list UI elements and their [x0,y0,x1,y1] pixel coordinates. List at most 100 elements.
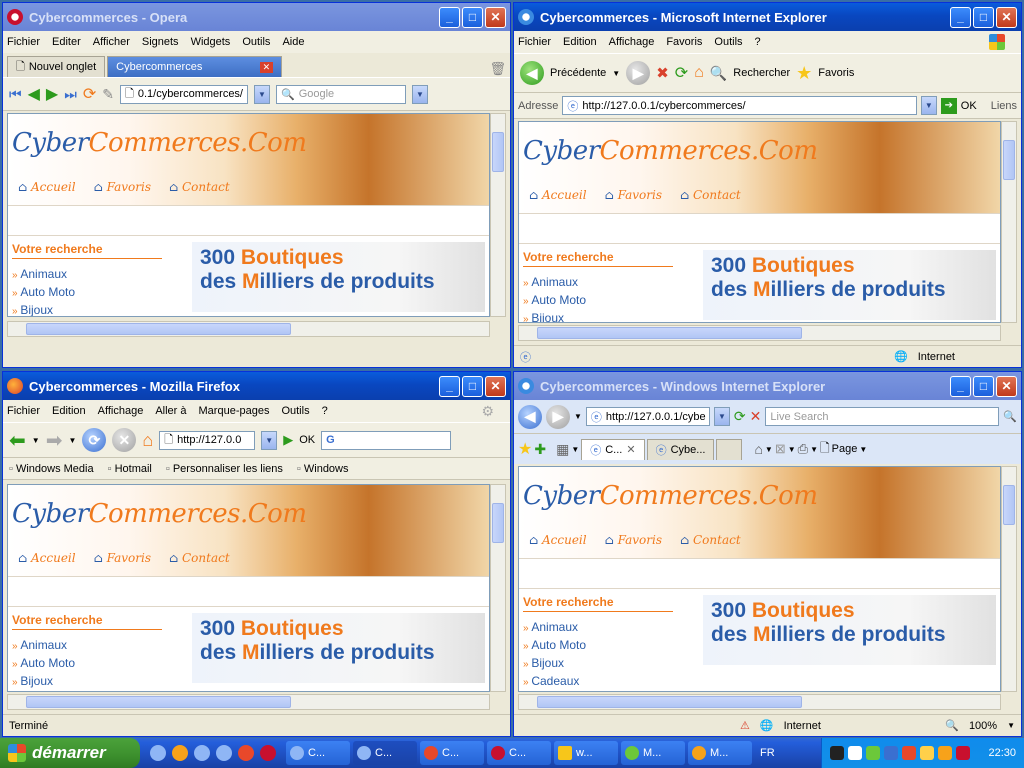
refresh-icon[interactable]: ⟳ [734,408,746,425]
refresh-icon[interactable]: ⟳ [675,63,688,83]
edit-icon[interactable]: ✎ [102,86,114,103]
task-button[interactable]: C... [286,741,350,765]
address-dropdown[interactable]: ▼ [253,84,270,104]
tab-2[interactable]: ⓔ Cybe... [646,438,715,460]
menu-fichier[interactable]: Fichier [518,36,551,48]
bookmark-personnaliser[interactable]: Personnaliser les liens [166,463,283,475]
task-button[interactable]: C... [487,741,551,765]
close-button[interactable]: ✕ [485,6,506,28]
page-viewport[interactable]: CyberCommerces.Com Accueil Favoris Conta… [518,466,1001,692]
address-dropdown[interactable]: ▼ [920,96,937,115]
page-viewport[interactable]: CyberCommerces.Com Accueil Favoris Conta… [7,113,490,317]
close-button[interactable]: ✕ [996,6,1017,28]
category-link[interactable]: Cadeaux [523,674,673,688]
category-link[interactable]: Animaux [523,620,673,634]
bookmark-windows-media[interactable]: Windows Media [9,463,94,475]
category-link[interactable]: Bijoux [12,303,162,316]
close-button[interactable]: ✕ [996,375,1017,397]
menu-outils[interactable]: Outils [714,36,742,48]
scroll-thumb[interactable] [1003,485,1015,525]
tab-1[interactable]: ⓔ C... ✕ [581,438,645,460]
forward-icon[interactable]: ➡ [46,428,63,453]
address-dropdown[interactable]: ▼ [261,430,278,450]
site-logo[interactable]: CyberCommerces.Com [12,128,307,158]
ie6-titlebar[interactable]: Cybercommerces - Microsoft Internet Expl… [514,3,1021,31]
tray-icon[interactable] [938,746,953,760]
go-button[interactable]: OK [961,100,977,112]
maximize-button[interactable]: □ [973,375,994,397]
firefox-launch-icon[interactable] [238,745,254,761]
forward-icon[interactable]: ▶ [626,61,651,85]
zoom-dropdown-icon[interactable]: ▼ [1007,721,1015,730]
start-button[interactable]: démarrer [0,738,140,768]
task-button[interactable]: C... [353,741,417,765]
scroll-thumb[interactable] [537,327,802,339]
back-dropdown-icon[interactable]: ▼ [32,436,40,445]
rewind-icon[interactable]: ⏮ [9,86,22,103]
clock[interactable]: 22:30 [988,747,1016,759]
menu-widgets[interactable]: Widgets [191,36,231,48]
home-dropdown-icon[interactable]: ▼ [765,445,773,454]
promo-banner[interactable]: 300 Boutiques des Milliers de produits [703,250,996,320]
nav-contact[interactable]: Contact [680,533,741,547]
nav-accueil[interactable]: Accueil [18,551,76,565]
favorites-label[interactable]: Favoris [818,67,854,79]
show-desktop-icon[interactable] [150,745,166,761]
minimize-button[interactable]: _ [439,375,460,397]
nav-favoris[interactable]: Favoris [94,180,151,194]
forward-icon[interactable]: ▶ [46,84,58,104]
tab-cybercommerces[interactable]: Cybercommerces ✕ [107,56,283,77]
favorites-center-icon[interactable]: ★ [518,439,532,459]
trash-icon[interactable]: 🗑 [489,61,506,77]
add-favorite-icon[interactable]: ✚ [534,441,546,458]
page-viewport[interactable]: CyberCommerces.Com Accueil Favoris Conta… [518,121,1001,323]
close-tab-icon[interactable]: ✕ [626,443,635,456]
feeds-icon[interactable]: ⊠ [775,441,786,457]
language-indicator[interactable]: FR [760,747,775,759]
vertical-scrollbar[interactable] [1001,121,1017,323]
menu-editer[interactable]: Editer [52,36,81,48]
minimize-button[interactable]: _ [439,6,460,28]
search-input[interactable]: Live Search [765,407,1000,426]
close-tab-icon[interactable]: ✕ [259,61,274,73]
tray-icon[interactable] [830,746,845,760]
horizontal-scrollbar[interactable] [518,325,1001,341]
category-link[interactable]: Animaux [12,267,162,281]
address-input[interactable]: ⓔ http://127.0.0.1/cybercommerces/ [562,96,917,115]
search-input[interactable]: 🔍 Google [275,84,406,104]
history-dropdown-icon[interactable]: ▼ [574,412,582,421]
promo-banner[interactable]: 300 Boutiques des Milliers de produits [192,613,485,683]
menu-edition[interactable]: Edition [52,405,86,417]
category-link[interactable]: Auto Moto [523,638,673,652]
menu-fichier[interactable]: Fichier [7,405,40,417]
fast-forward-icon[interactable]: ⏭ [64,86,77,103]
nav-accueil[interactable]: Accueil [529,533,587,547]
vertical-scrollbar[interactable] [1001,466,1017,692]
new-tab-button[interactable]: 🗋 Nouvel onglet [7,56,106,77]
menu-edition[interactable]: Edition [563,36,597,48]
scroll-thumb[interactable] [492,503,504,543]
back-label[interactable]: Précédente [550,67,606,79]
address-input[interactable]: 🗋 0.1/cybercommerces/ [119,84,248,104]
site-logo[interactable]: CyberCommerces.Com [523,136,818,166]
print-icon[interactable]: ⎙ [798,441,808,457]
reload-icon[interactable]: ⟳ [82,428,107,452]
tray-icon[interactable] [920,746,935,760]
category-link[interactable]: Bijoux [523,311,673,322]
scroll-thumb[interactable] [492,132,504,172]
address-input[interactable]: 🗋 http://127.0.0 [159,430,256,450]
go-button[interactable]: OK [299,434,315,446]
stop-icon[interactable]: ✖ [656,64,669,82]
back-icon[interactable]: ◀ [28,84,40,104]
address-dropdown[interactable]: ▼ [713,407,730,426]
scroll-thumb[interactable] [26,696,291,708]
page-menu[interactable]: Page [832,443,858,455]
tray-icon[interactable] [848,746,863,760]
home-icon[interactable]: ⌂ [142,430,153,451]
tray-icon[interactable] [956,746,971,760]
menu-signets[interactable]: Signets [142,36,179,48]
tray-icon[interactable] [866,746,881,760]
feeds-dropdown-icon[interactable]: ▼ [788,445,796,454]
minimize-button[interactable]: _ [950,375,971,397]
back-icon[interactable]: ◀ [518,404,542,429]
